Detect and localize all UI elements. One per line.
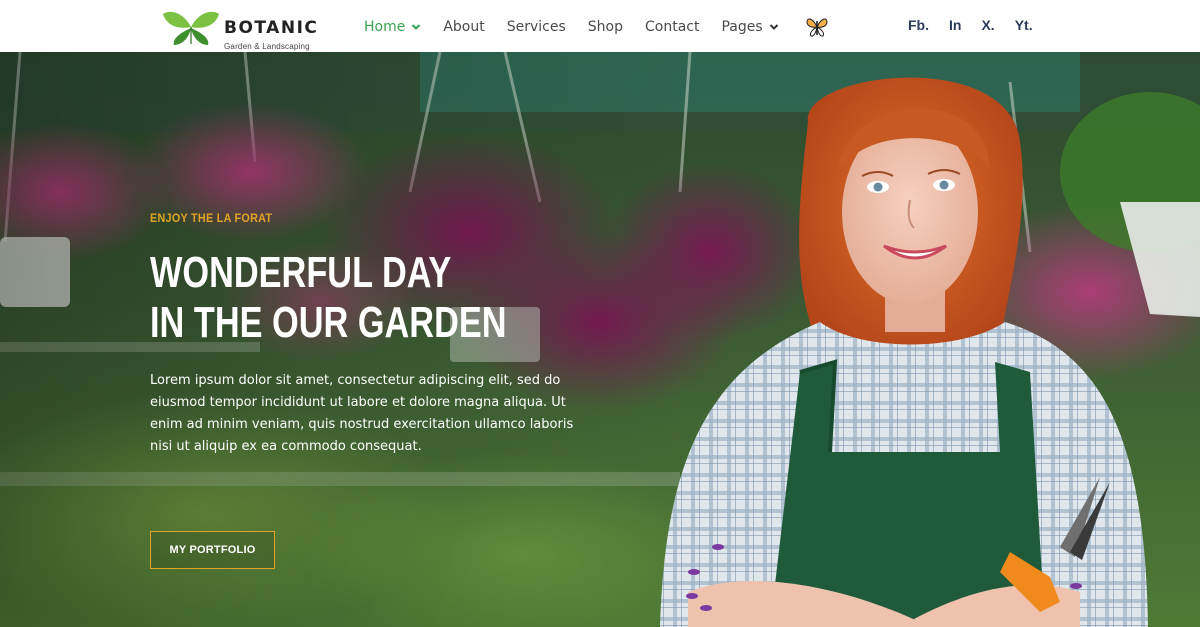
nav-item-label: About (443, 19, 485, 35)
hero-headline-line-1: WONDERFUL DAY (150, 248, 452, 297)
hero-headline: WONDERFUL DAY IN THE OUR GARDEN (150, 248, 507, 348)
social-links: Fb. In X. Yt. (908, 17, 1053, 33)
nav-item-contact[interactable]: Contact (645, 19, 699, 35)
butterfly-icon[interactable] (805, 16, 829, 38)
main-nav: Home About Services Shop Contact Pages (364, 17, 829, 37)
nav-item-home[interactable]: Home (364, 19, 421, 35)
brand-logo[interactable]: BOTANIC Garden & Landscaping (162, 8, 322, 51)
hero-eyebrow: ENJOY THE LA FORAT (150, 211, 273, 225)
nav-item-label: Home (364, 19, 406, 35)
social-facebook-link[interactable]: Fb. (908, 17, 929, 33)
chevron-down-icon (769, 22, 779, 32)
social-x-link[interactable]: X. (981, 17, 994, 33)
portfolio-button[interactable]: MY PORTFOLIO (150, 531, 275, 569)
hero-description: Lorem ipsum dolor sit amet, consectetur … (150, 373, 574, 454)
nav-item-label: Pages (721, 19, 763, 35)
nav-item-label: Contact (645, 19, 700, 35)
brand-tagline: Garden & Landscaping (224, 42, 310, 51)
nav-item-label: Services (506, 19, 566, 35)
social-linkedin-link[interactable]: In (949, 17, 961, 33)
site-header: BOTANIC Garden & Landscaping Home About … (0, 0, 1200, 52)
nav-item-label: Shop (587, 19, 624, 35)
chevron-down-icon (411, 22, 421, 32)
nav-item-services[interactable]: Services (507, 19, 566, 35)
nav-item-about[interactable]: About (443, 19, 484, 35)
hero-section: ENJOY THE LA FORAT WONDERFUL DAY IN THE … (0, 52, 1200, 627)
leaf-logo-icon (163, 11, 219, 45)
hero-headline-line-2: IN THE OUR GARDEN (150, 298, 507, 347)
nav-item-shop[interactable]: Shop (588, 19, 623, 35)
social-youtube-link[interactable]: Yt. (1015, 17, 1033, 33)
nav-item-pages[interactable]: Pages (721, 19, 778, 35)
brand-name: BOTANIC (224, 18, 319, 38)
